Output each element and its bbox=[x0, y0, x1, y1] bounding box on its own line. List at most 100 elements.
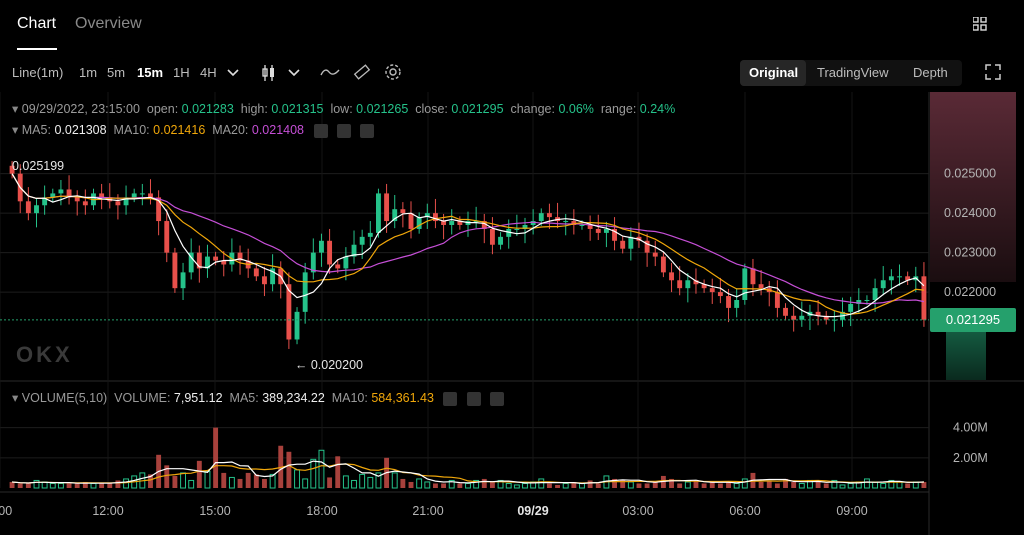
candle-body bbox=[921, 276, 927, 320]
interval-1h-button[interactable]: 1H bbox=[173, 65, 190, 80]
candle-body bbox=[384, 193, 390, 222]
candle-body bbox=[432, 213, 438, 222]
volume-bar bbox=[213, 427, 219, 488]
candle-body bbox=[791, 315, 797, 320]
ma-info: ▾ MA5: 0.021308 MA10: 0.021416 MA20: 0.0… bbox=[12, 122, 375, 138]
candle-body bbox=[538, 213, 544, 222]
candle-body bbox=[449, 221, 455, 225]
settings-gear-icon[interactable] bbox=[336, 123, 351, 138]
interval-5m-button[interactable]: 5m bbox=[107, 65, 125, 80]
chevron-down-icon[interactable] bbox=[288, 68, 300, 78]
ma10-label: MA10: bbox=[113, 123, 150, 137]
volume-bar bbox=[172, 475, 178, 488]
candle-body bbox=[148, 193, 153, 198]
candle-body bbox=[595, 228, 601, 233]
volume-bar bbox=[815, 481, 821, 488]
drawing-ruler-icon[interactable] bbox=[353, 63, 371, 81]
candle-body bbox=[408, 213, 414, 229]
interval-4h-button[interactable]: 4H bbox=[200, 65, 217, 80]
x-tick-label: 03:00 bbox=[622, 504, 653, 518]
candle-body bbox=[498, 236, 504, 245]
candle-body bbox=[783, 307, 788, 316]
volume-label: VOLUME: bbox=[114, 391, 171, 405]
depth-bid-area bbox=[946, 332, 986, 380]
candle-body bbox=[262, 276, 267, 285]
y-tick-label: 0.025000 bbox=[944, 167, 996, 181]
volume-bar bbox=[66, 483, 72, 488]
tab-chart[interactable]: Chart bbox=[17, 15, 56, 33]
volume-bar bbox=[522, 482, 528, 489]
volume-bar bbox=[465, 482, 471, 489]
candle-body bbox=[327, 240, 333, 265]
volume-bar bbox=[441, 483, 447, 488]
volume-tick-label: 4.00M bbox=[953, 421, 988, 435]
volume-bar bbox=[636, 483, 642, 488]
close-icon[interactable] bbox=[490, 391, 505, 406]
eye-icon[interactable] bbox=[313, 123, 328, 138]
volume-bar bbox=[204, 470, 211, 489]
indicator-wave-icon[interactable] bbox=[320, 65, 340, 79]
volume-bar bbox=[798, 482, 805, 489]
interval-line-button[interactable]: Line(1m) bbox=[12, 65, 63, 80]
view-original-button[interactable]: Original bbox=[749, 65, 798, 80]
fullscreen-icon[interactable] bbox=[985, 64, 1001, 80]
volume-bar bbox=[318, 449, 325, 489]
x-tick-label: 12:00 bbox=[92, 504, 123, 518]
candle-body bbox=[139, 193, 145, 195]
volume-bar bbox=[505, 482, 512, 489]
volume-bar bbox=[196, 460, 202, 488]
ohlc-date: 09/29/2022, 23:15:00 bbox=[21, 102, 140, 116]
close-icon[interactable] bbox=[360, 123, 375, 138]
candle-body bbox=[367, 232, 373, 237]
y-tick-label: 0.022000 bbox=[944, 285, 996, 299]
candle-body bbox=[888, 276, 894, 281]
volume-bar bbox=[424, 481, 431, 489]
vol-ma5-label: MA5: bbox=[229, 391, 259, 405]
candle-body bbox=[400, 209, 406, 214]
candle-body bbox=[897, 276, 902, 278]
volume-bar bbox=[262, 478, 267, 488]
candle-body bbox=[546, 213, 552, 218]
settings-gear-icon[interactable] bbox=[384, 63, 402, 81]
layout-grid-icon[interactable] bbox=[973, 17, 987, 31]
ma5-label: MA5: bbox=[21, 123, 51, 137]
volume-bar bbox=[123, 478, 129, 489]
volume-bar bbox=[587, 480, 593, 488]
settings-gear-icon[interactable] bbox=[466, 391, 481, 406]
candle-body bbox=[750, 268, 756, 285]
candle-body bbox=[726, 296, 731, 308]
volume-bar bbox=[400, 478, 406, 488]
volume-bar bbox=[863, 478, 870, 489]
candle-body bbox=[758, 284, 764, 289]
candle-body bbox=[131, 193, 137, 198]
view-depth-button[interactable]: Depth bbox=[913, 65, 948, 80]
volume-bar bbox=[457, 483, 463, 488]
volume-bar bbox=[33, 479, 40, 489]
y-tick-label: 0.024000 bbox=[944, 206, 996, 220]
volume-bar bbox=[896, 481, 903, 489]
interval-15m-button[interactable]: 15m bbox=[137, 65, 163, 80]
candlestick-type-icon[interactable] bbox=[262, 64, 276, 82]
active-tab-indicator bbox=[17, 48, 57, 50]
chevron-down-icon[interactable] bbox=[227, 68, 239, 78]
interval-1m-button[interactable]: 1m bbox=[79, 65, 97, 80]
candle-body bbox=[253, 268, 259, 277]
x-tick-label: 06:00 bbox=[729, 504, 760, 518]
price-chart[interactable]: 0.025000 0.024000 0.023000 0.022000 4.00M 2.0… bbox=[0, 92, 1024, 535]
candle-body bbox=[685, 280, 691, 289]
volume-bar bbox=[766, 480, 772, 488]
volume-bar bbox=[416, 478, 423, 489]
candle-body bbox=[603, 228, 609, 233]
low-value: 0.021265 bbox=[356, 102, 409, 116]
eye-icon[interactable] bbox=[443, 391, 458, 406]
volume-bar bbox=[684, 481, 691, 489]
candle-body bbox=[180, 272, 186, 289]
tab-overview[interactable]: Overview bbox=[75, 15, 142, 33]
view-tradingview-button[interactable]: TradingView bbox=[817, 65, 889, 80]
volume-bar bbox=[74, 483, 80, 488]
volume-bar bbox=[245, 472, 251, 488]
volume-bar bbox=[335, 456, 341, 488]
candle-body bbox=[34, 205, 39, 214]
volume-bar bbox=[49, 482, 56, 489]
candle-body bbox=[563, 221, 569, 223]
